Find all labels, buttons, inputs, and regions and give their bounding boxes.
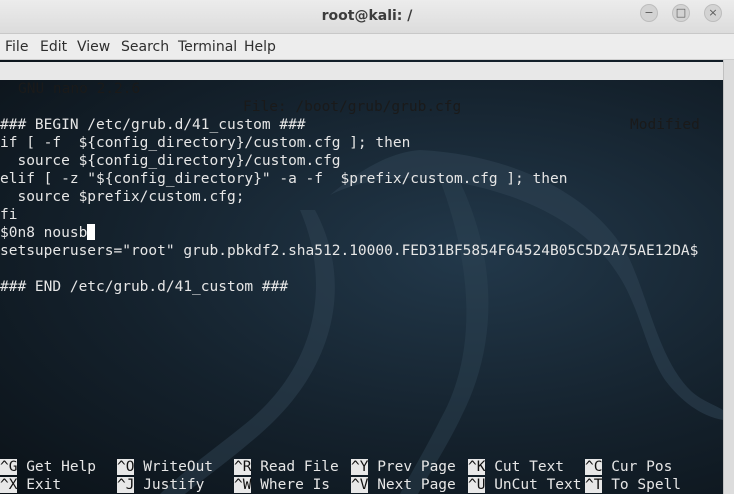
shortcut-key: ^O bbox=[117, 459, 135, 475]
shortcut-label: Next Page bbox=[368, 477, 456, 493]
shortcut-cut-text[interactable]: ^K Cut Text bbox=[468, 458, 564, 476]
minimize-button[interactable]: − bbox=[640, 4, 658, 22]
shortcut-exit[interactable]: ^X Exit bbox=[0, 476, 61, 494]
shortcut-label: Prev Page bbox=[368, 459, 456, 475]
shortcut-writeout[interactable]: ^O WriteOut bbox=[117, 458, 213, 476]
nano-header: GNU nano 2.2.6 File: /boot/grub/grub.cfg… bbox=[0, 62, 723, 133]
menu-edit[interactable]: Edit bbox=[40, 39, 67, 55]
shortcut-key: ^T bbox=[585, 477, 603, 493]
text-cursor bbox=[87, 224, 96, 240]
buffer-line[interactable]: ### END /etc/grub.d/41_custom ### bbox=[0, 278, 288, 296]
maximize-button[interactable]: □ bbox=[672, 4, 690, 22]
shortcut-label: Get Help bbox=[17, 459, 97, 475]
menu-view[interactable]: View bbox=[77, 39, 110, 55]
shortcut-key: ^V bbox=[351, 477, 369, 493]
shortcut-next-page[interactable]: ^V Next Page bbox=[351, 476, 456, 494]
terminal-scrollbar[interactable] bbox=[723, 60, 734, 494]
buffer-line[interactable]: source $prefix/custom.cfg; bbox=[0, 188, 244, 206]
shortcut-label: Where Is bbox=[251, 477, 331, 493]
shortcut-key: ^U bbox=[468, 477, 486, 493]
shortcut-to-spell[interactable]: ^T To Spell bbox=[585, 476, 681, 494]
buffer-line[interactable]: source ${config_directory}/custom.cfg bbox=[0, 152, 340, 170]
menu-bar: File Edit View Search Terminal Help bbox=[0, 34, 734, 60]
buffer-line[interactable]: if [ -f ${config_directory}/custom.cfg ]… bbox=[0, 134, 410, 152]
terminal-window: root@kali: / − □ × File Edit View Search… bbox=[0, 0, 734, 494]
shortcut-key: ^R bbox=[234, 459, 252, 475]
buffer-line-current[interactable]: $0n8 nousb bbox=[0, 224, 96, 242]
shortcut-label: Read File bbox=[251, 459, 339, 475]
shortcut-read-file[interactable]: ^R Read File bbox=[234, 458, 339, 476]
shortcut-justify[interactable]: ^J Justify bbox=[117, 476, 204, 494]
shortcut-label: Justify bbox=[134, 477, 205, 493]
menu-search[interactable]: Search bbox=[121, 39, 169, 55]
shortcut-key: ^G bbox=[0, 459, 18, 475]
terminal-area[interactable]: GNU nano 2.2.6 File: /boot/grub/grub.cfg… bbox=[0, 60, 723, 494]
title-bar[interactable]: root@kali: / − □ × bbox=[0, 0, 734, 34]
buffer-line[interactable]: ### BEGIN /etc/grub.d/41_custom ### bbox=[0, 116, 306, 134]
shortcut-key: ^W bbox=[234, 477, 252, 493]
nano-filename: File: /boot/grub/grub.cfg bbox=[243, 99, 462, 115]
buffer-line[interactable]: setsuperusers="root" grub.pbkdf2.sha512.… bbox=[0, 242, 698, 260]
shortcut-uncut-text[interactable]: ^U UnCut Text bbox=[468, 476, 582, 494]
shortcut-cur-pos[interactable]: ^C Cur Pos bbox=[585, 458, 672, 476]
window-title: root@kali: / bbox=[321, 8, 413, 24]
shortcut-key: ^C bbox=[585, 459, 603, 475]
shortcut-prev-page[interactable]: ^Y Prev Page bbox=[351, 458, 456, 476]
shortcut-label: Exit bbox=[17, 477, 62, 493]
shortcut-label: WriteOut bbox=[134, 459, 214, 475]
buffer-line[interactable]: elif [ -z "${config_directory}" -a -f $p… bbox=[0, 170, 567, 188]
shortcut-where-is[interactable]: ^W Where Is bbox=[234, 476, 330, 494]
menu-file[interactable]: File bbox=[5, 39, 28, 55]
current-line-text: $0n8 nousb bbox=[0, 225, 88, 241]
shortcut-label: UnCut Text bbox=[485, 477, 582, 493]
shortcut-get-help[interactable]: ^G Get Help bbox=[0, 458, 96, 476]
shortcut-key: ^J bbox=[117, 477, 135, 493]
shortcut-key: ^Y bbox=[351, 459, 369, 475]
menu-terminal[interactable]: Terminal bbox=[178, 39, 237, 55]
nano-modified-status: Modified bbox=[630, 117, 700, 133]
shortcut-label: Cur Pos bbox=[602, 459, 673, 475]
close-button[interactable]: × bbox=[704, 4, 722, 22]
menu-help[interactable]: Help bbox=[244, 39, 276, 55]
nano-version: GNU nano 2.2.6 bbox=[18, 81, 141, 97]
shortcut-key: ^X bbox=[0, 477, 18, 493]
shortcut-label: Cut Text bbox=[485, 459, 565, 475]
shortcut-key: ^K bbox=[468, 459, 486, 475]
buffer-line[interactable]: fi bbox=[0, 206, 17, 224]
shortcut-label: To Spell bbox=[602, 477, 682, 493]
